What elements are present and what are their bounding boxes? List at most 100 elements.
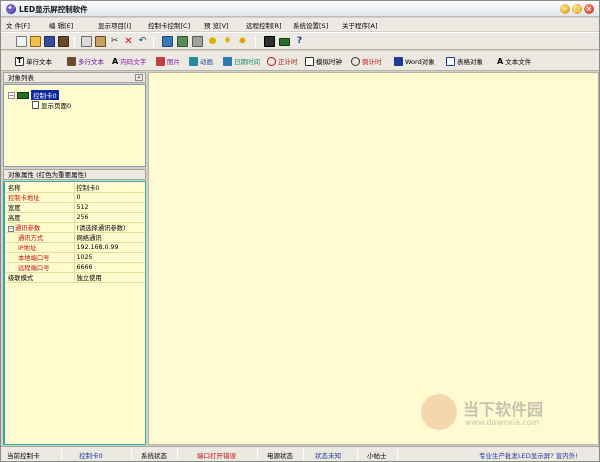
app-logo-icon [6,4,16,14]
property-value[interactable]: 0 [74,192,145,204]
toolbar-separator [255,36,256,48]
tree-item-card-label: 控制卡0 [31,90,59,100]
property-row[interactable]: 宽度 512 [6,202,145,214]
property-value[interactable]: 独立使用 [74,272,145,284]
animation-button[interactable]: 动画 [189,56,213,66]
text-file-icon: A [497,56,504,66]
status-power-value: 状态未知 [315,452,341,460]
menu-card-control[interactable]: 控制卡控制[C] [148,20,190,30]
animation-icon [189,56,198,66]
new-icon[interactable] [16,36,27,47]
light-icon[interactable] [192,36,203,47]
menu-system-settings[interactable]: 系统设置[S] [293,20,328,30]
cut-icon[interactable]: ✂ [109,36,120,47]
menu-display-items[interactable]: 显示项目[I] [98,20,131,30]
window-title: LED显示屏控制软件 [19,5,88,14]
menu-bar: 文 件[F] 编 辑[E] 显示项目[I] 控制卡控制[C] 预 览[V] 远程… [1,18,599,31]
property-value[interactable]: 控制卡0 [74,183,145,194]
properties-header: 对象属性 (红色为重要属性) [3,169,146,180]
countdown-button[interactable]: 倒计时 [351,56,382,66]
copy-icon[interactable] [81,36,92,47]
property-key: 控制卡地址 [6,192,75,204]
undo-icon[interactable]: ↶ [137,36,148,47]
property-row[interactable]: 级联模式 独立使用 [6,272,145,284]
status-promo-link[interactable]: 专业生产批发LED显示屏? 宣内外! [479,450,578,460]
table-object-label: 表格对象 [457,58,483,66]
property-row[interactable]: − 通讯参数 (请选择通讯参数) [6,222,145,234]
menu-file[interactable]: 文 件[F] [6,20,30,30]
single-line-text-button[interactable]: T 单行文本 [15,56,52,66]
status-separator [61,449,62,460]
property-value[interactable]: 6666 [74,262,145,274]
exit-icon[interactable] [58,36,69,47]
table-icon [446,56,455,66]
table-object-button[interactable]: 表格对象 [446,56,483,66]
text-icon: T [15,56,24,66]
property-row[interactable]: 控制卡地址 0 [6,192,145,204]
menu-remote-control[interactable]: 远程控制[R] [246,20,282,30]
property-value[interactable]: 256 [74,212,145,224]
status-separator [357,449,358,460]
date-time-button[interactable]: 日期时间 [223,56,260,66]
maximize-button[interactable]: □ [572,4,582,14]
status-card-label: 当前控制卡 [7,452,40,460]
close-button[interactable]: × [584,4,594,14]
picture-button[interactable]: 图片 [156,56,180,66]
analog-clock-button[interactable]: 模拟时钟 [305,56,342,66]
help-icon[interactable]: ? [294,36,305,47]
count-up-button[interactable]: 正计时 [267,56,298,66]
menu-preview[interactable]: 预 览[V] [204,20,229,30]
paste-icon[interactable] [95,36,106,47]
internal-text-button[interactable]: A 内码文字 [112,56,146,67]
countdown-label: 倒计时 [362,58,382,66]
menu-edit[interactable]: 编 辑[E] [49,20,73,30]
open-icon[interactable] [30,36,41,47]
word-object-button[interactable]: Word对象 [394,56,435,66]
property-group-key: − 通讯参数 [6,222,75,234]
object-list-title: 对象列表 [8,74,34,82]
main-window: LED显示屏控制软件 − □ × 文 件[F] 编 辑[E] 显示项目[I] 控… [0,0,600,462]
property-value[interactable]: 192.168.0.99 [74,242,145,254]
collapse-icon[interactable]: « [135,74,143,81]
tree-item-page[interactable]: 显示页面0 [32,100,71,110]
property-value[interactable]: 网络通讯 [74,232,145,244]
property-key: 本地端口号 [6,252,75,264]
text-file-button[interactable]: A 文本文件 [497,56,531,67]
tree-item-card[interactable]: − 控制卡0 [8,90,59,100]
screen-icon[interactable] [264,36,275,47]
sun-icon[interactable]: ✹ [237,36,248,47]
property-row[interactable]: 通讯方式 网络通讯 [6,232,145,244]
minimize-button[interactable]: − [560,4,570,14]
save-icon[interactable] [44,36,55,47]
property-row[interactable]: 高度 256 [6,212,145,224]
settings-icon[interactable] [177,36,188,47]
preview-canvas[interactable] [148,72,599,445]
animation-label: 动画 [200,58,213,66]
multiline-text-icon [67,56,76,66]
property-value[interactable]: (请选择通讯参数) [74,222,145,234]
status-separator [177,449,178,460]
property-value[interactable]: 512 [74,202,145,214]
card-icon[interactable] [279,38,290,46]
bulb-icon[interactable]: ♦ [222,36,233,47]
bulb-icon[interactable]: ● [207,36,218,47]
font-icon: A [112,56,119,66]
property-row[interactable]: 本地端口号 1025 [6,252,145,264]
status-tip[interactable]: 小帖士 [367,450,387,460]
timer-icon [267,56,276,66]
property-value[interactable]: 1025 [74,252,145,264]
property-key: 名称 [6,183,75,194]
status-system-value: 端口打开错误 [197,452,236,460]
preview-icon[interactable] [162,36,173,47]
analog-clock-label: 模拟时钟 [316,58,342,66]
picture-icon [156,56,165,66]
collapse-group-icon[interactable]: − [8,226,14,233]
multi-line-text-button[interactable]: 多行文本 [67,56,104,66]
menu-about[interactable]: 关于程序[A] [342,20,378,30]
delete-icon[interactable]: ✕ [123,36,134,47]
status-card-value: 控制卡0 [79,452,103,460]
property-row[interactable]: IP地址 192.168.0.99 [6,242,145,254]
property-row[interactable]: 远程端口号 6666 [6,262,145,274]
property-row[interactable]: 名称 控制卡0 [6,183,145,194]
collapse-tree-icon[interactable]: − [8,91,15,99]
